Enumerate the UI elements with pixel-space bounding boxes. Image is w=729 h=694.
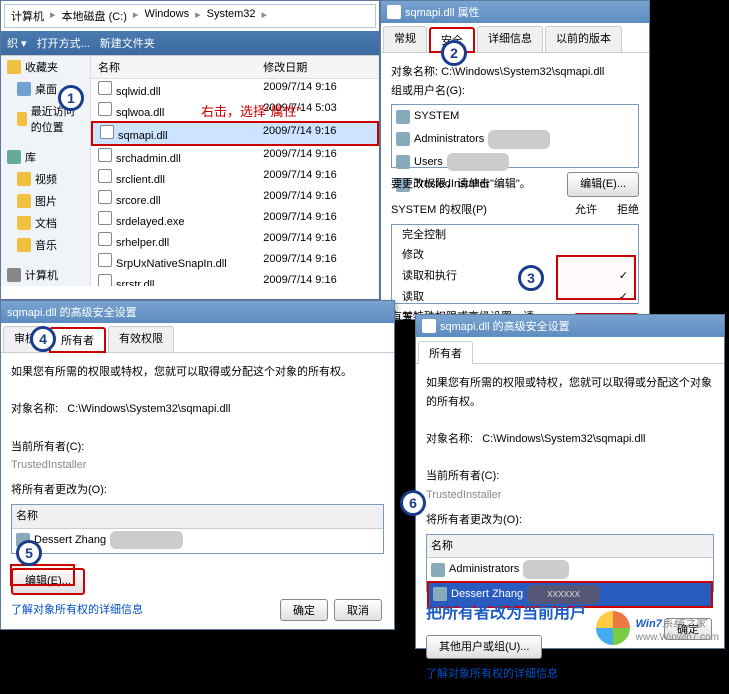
file-row[interactable]: srrstr.dll2009/7/14 9:16 bbox=[91, 272, 379, 286]
tab-owner[interactable]: 所有者 bbox=[49, 327, 106, 353]
windows-logo-icon bbox=[596, 611, 630, 645]
cancel-button[interactable]: 取消 bbox=[334, 599, 382, 621]
file-icon bbox=[98, 81, 112, 95]
folder-icon bbox=[17, 216, 31, 230]
col-name[interactable]: 名称 bbox=[94, 59, 263, 75]
tab-details[interactable]: 详细信息 bbox=[477, 26, 543, 52]
breadcrumb[interactable]: 计算机▸ 本地磁盘 (C:)▸ Windows▸ System32▸ bbox=[4, 4, 376, 28]
step-4-marker: 4 bbox=[30, 326, 56, 352]
new-folder-button[interactable]: 新建文件夹 bbox=[100, 35, 155, 51]
explorer-window: 计算机▸ 本地磁盘 (C:)▸ Windows▸ System32▸ 织 ▾ 打… bbox=[0, 0, 380, 300]
other-users-button[interactable]: 其他用户或组(U)... bbox=[426, 635, 542, 660]
step-2-marker: 2 bbox=[441, 40, 467, 66]
user-icon bbox=[431, 563, 445, 577]
annotation-1: 右击，选择"属性" bbox=[201, 101, 301, 120]
file-list-header[interactable]: 名称 修改日期 bbox=[91, 56, 379, 79]
file-row[interactable]: srcore.dll2009/7/14 9:16 bbox=[91, 188, 379, 209]
tab-effective[interactable]: 有效权限 bbox=[108, 326, 174, 352]
user-icon bbox=[396, 132, 410, 146]
file-icon bbox=[98, 102, 112, 116]
owner-list[interactable]: 名称 Dessert Zhang xxxxxx bbox=[11, 504, 384, 554]
file-icon bbox=[98, 274, 112, 286]
file-icon bbox=[98, 211, 112, 225]
adv2-titlebar: sqmapi.dll 的高级安全设置 bbox=[416, 315, 724, 337]
file-row[interactable]: srdelayed.exe2009/7/14 9:16 bbox=[91, 209, 379, 230]
step-5-marker: 5 bbox=[16, 540, 42, 566]
tab-previous[interactable]: 以前的版本 bbox=[545, 26, 622, 52]
recent-icon bbox=[17, 112, 27, 126]
bc-item[interactable]: 本地磁盘 (C:) bbox=[62, 8, 127, 24]
file-list: 名称 修改日期 sqlwid.dll2009/7/14 9:16sqlwoa.d… bbox=[91, 56, 379, 286]
watermark: Win7系统之家 www.Winwin7.com bbox=[596, 611, 719, 645]
adv1-tabs: 审核 所有者 有效权限 bbox=[1, 323, 394, 353]
library-icon bbox=[7, 150, 21, 164]
bc-item[interactable]: System32 bbox=[207, 8, 256, 24]
file-row[interactable]: sqmapi.dll2009/7/14 9:16 bbox=[91, 121, 379, 146]
folder-icon bbox=[17, 194, 31, 208]
learn-more-link[interactable]: 了解对象所有权的详细信息 bbox=[426, 665, 714, 684]
file-icon bbox=[98, 169, 112, 183]
folder-icon bbox=[17, 238, 31, 252]
tab-general[interactable]: 常规 bbox=[383, 26, 427, 52]
properties-titlebar: sqmapi.dll 属性 bbox=[381, 1, 649, 23]
advanced-security-2: sqmapi.dll 的高级安全设置 所有者 如果您有所需的权限或特权，您就可以… bbox=[415, 314, 725, 649]
folder-icon bbox=[17, 172, 31, 186]
groups-list[interactable]: SYSTEM Administrators xxxx Users xxxx Tr… bbox=[391, 104, 639, 168]
col-date[interactable]: 修改日期 bbox=[263, 59, 376, 75]
file-row[interactable]: srhelper.dll2009/7/14 9:16 bbox=[91, 230, 379, 251]
file-icon bbox=[98, 232, 112, 246]
user-icon bbox=[396, 155, 410, 169]
step-3-marker: 3 bbox=[518, 265, 544, 291]
user-icon bbox=[396, 110, 410, 124]
file-row[interactable]: srchadmin.dll2009/7/14 9:16 bbox=[91, 146, 379, 167]
adv1-titlebar: sqmapi.dll 的高级安全设置 bbox=[1, 301, 394, 323]
file-icon bbox=[98, 190, 112, 204]
file-icon bbox=[100, 125, 114, 139]
open-with-button[interactable]: 打开方式... bbox=[37, 35, 90, 51]
edit-button[interactable]: 编辑(E)... bbox=[567, 172, 639, 197]
bc-item[interactable]: Windows bbox=[144, 8, 189, 24]
desktop-icon bbox=[17, 82, 31, 96]
tab-owner[interactable]: 所有者 bbox=[418, 341, 473, 364]
file-row[interactable]: srclient.dll2009/7/14 9:16 bbox=[91, 167, 379, 188]
shield-icon bbox=[422, 319, 436, 333]
ok-button[interactable]: 确定 bbox=[280, 599, 328, 621]
favorites-icon bbox=[7, 60, 21, 74]
owner-list-2[interactable]: 名称 Administrators x Dessert Zhang xxxxxx bbox=[426, 534, 714, 592]
file-icon bbox=[387, 5, 401, 19]
file-row[interactable]: SrpUxNativeSnapIn.dll2009/7/14 9:16 bbox=[91, 251, 379, 272]
file-icon bbox=[98, 148, 112, 162]
file-row[interactable]: sqlwid.dll2009/7/14 9:16 bbox=[91, 79, 379, 100]
bc-item[interactable]: 计算机 bbox=[11, 8, 44, 24]
step-1-marker: 1 bbox=[58, 85, 84, 111]
file-icon bbox=[98, 253, 112, 267]
computer-icon bbox=[7, 268, 21, 282]
explorer-toolbar: 织 ▾ 打开方式... 新建文件夹 bbox=[1, 31, 379, 56]
properties-tabs: 常规 安全 详细信息 以前的版本 bbox=[381, 23, 649, 53]
step-6-marker: 6 bbox=[400, 490, 426, 516]
